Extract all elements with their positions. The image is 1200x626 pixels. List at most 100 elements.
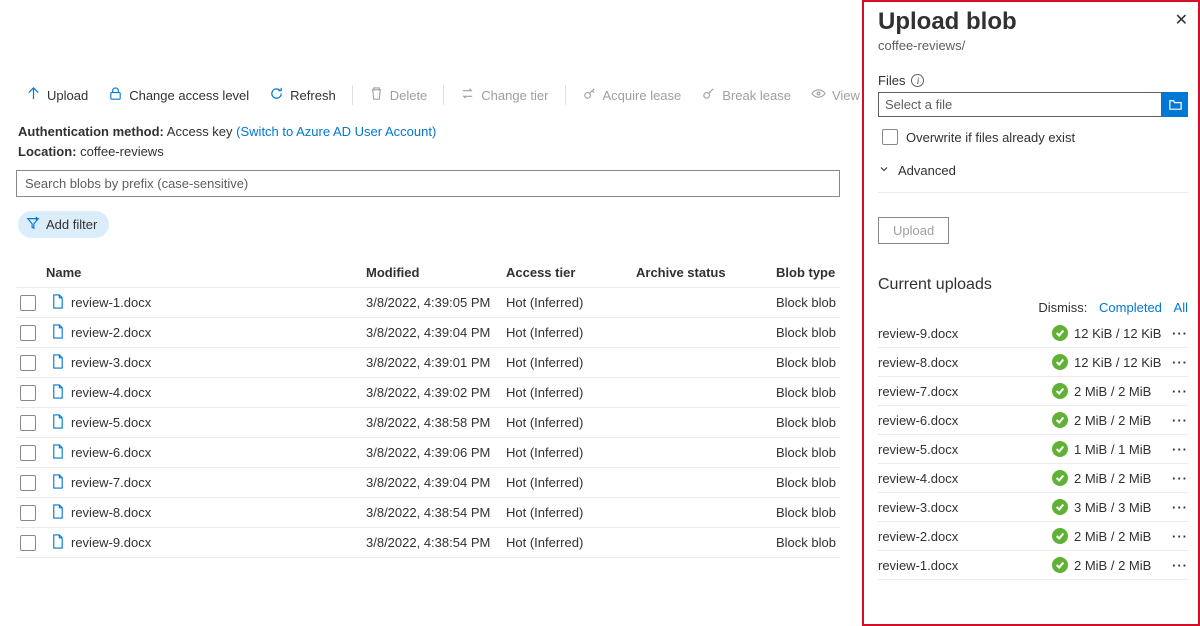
break-lease-button[interactable]: Break lease xyxy=(693,82,799,108)
table-row[interactable]: review-1.docx3/8/2022, 4:39:05 PMHot (In… xyxy=(16,288,840,318)
upload-name: review-2.docx xyxy=(878,529,1052,544)
row-checkbox[interactable] xyxy=(20,445,36,461)
lease-icon xyxy=(582,86,597,104)
more-icon[interactable]: ··· xyxy=(1164,500,1188,515)
more-icon[interactable]: ··· xyxy=(1164,413,1188,428)
close-icon[interactable]: ✕ xyxy=(1175,10,1188,30)
row-checkbox[interactable] xyxy=(20,475,36,491)
success-icon xyxy=(1052,383,1068,399)
upload-row: review-6.docx2 MiB / 2 MiB··· xyxy=(878,406,1188,435)
col-modified[interactable]: Modified xyxy=(366,265,506,280)
info-icon[interactable]: i xyxy=(911,74,924,87)
more-icon[interactable]: ··· xyxy=(1164,384,1188,399)
dismiss-label: Dismiss: xyxy=(1038,300,1087,315)
search-input[interactable]: Search blobs by prefix (case-sensitive) xyxy=(16,170,840,197)
upload-submit-button[interactable]: Upload xyxy=(878,217,949,244)
table-row[interactable]: review-8.docx3/8/2022, 4:38:54 PMHot (In… xyxy=(16,498,840,528)
cell-modified: 3/8/2022, 4:38:54 PM xyxy=(366,505,506,520)
cell-blobtype: Block blob xyxy=(776,355,866,370)
separator xyxy=(352,85,353,105)
chevron-down-icon xyxy=(878,163,890,178)
success-icon xyxy=(1052,441,1068,457)
more-icon[interactable]: ··· xyxy=(1164,326,1188,341)
table-row[interactable]: review-7.docx3/8/2022, 4:39:04 PMHot (In… xyxy=(16,468,840,498)
col-blobtype[interactable]: Blob type xyxy=(776,265,866,280)
swap-icon xyxy=(460,86,475,104)
col-archive[interactable]: Archive status xyxy=(636,265,776,280)
upload-row: review-9.docx12 KiB / 12 KiB··· xyxy=(878,319,1188,348)
dismiss-completed-link[interactable]: Completed xyxy=(1099,300,1162,315)
cell-modified: 3/8/2022, 4:38:54 PM xyxy=(366,535,506,550)
cell-modified: 3/8/2022, 4:38:58 PM xyxy=(366,415,506,430)
table-header: Name Modified Access tier Archive status… xyxy=(16,258,840,288)
table-row[interactable]: review-6.docx3/8/2022, 4:39:06 PMHot (In… xyxy=(16,438,840,468)
filter-plus-icon xyxy=(26,216,40,233)
row-checkbox[interactable] xyxy=(20,535,36,551)
col-name[interactable]: Name xyxy=(46,265,366,280)
row-checkbox[interactable] xyxy=(20,355,36,371)
upload-size: 2 MiB / 2 MiB xyxy=(1074,384,1164,399)
switch-auth-link[interactable]: (Switch to Azure AD User Account) xyxy=(236,124,436,139)
refresh-button[interactable]: Refresh xyxy=(261,82,344,108)
more-icon[interactable]: ··· xyxy=(1164,355,1188,370)
file-name: review-9.docx xyxy=(71,535,151,550)
panel-subtitle: coffee-reviews/ xyxy=(878,38,1188,53)
upload-label: Upload xyxy=(47,88,88,103)
panel-title: Upload blob xyxy=(878,8,1188,36)
add-filter-button[interactable]: Add filter xyxy=(18,211,109,238)
location-label: Location: xyxy=(18,144,77,159)
acquire-lease-button[interactable]: Acquire lease xyxy=(574,82,690,108)
change-tier-button[interactable]: Change tier xyxy=(452,82,556,108)
file-select-input[interactable]: Select a file xyxy=(878,92,1162,117)
row-checkbox[interactable] xyxy=(20,415,36,431)
overwrite-label: Overwrite if files already exist xyxy=(906,130,1075,145)
upload-name: review-4.docx xyxy=(878,471,1052,486)
more-icon[interactable]: ··· xyxy=(1164,471,1188,486)
table-row[interactable]: review-4.docx3/8/2022, 4:39:02 PMHot (In… xyxy=(16,378,840,408)
file-name: review-3.docx xyxy=(71,355,151,370)
cell-blobtype: Block blob xyxy=(776,325,866,340)
upload-row: review-1.docx2 MiB / 2 MiB··· xyxy=(878,551,1188,580)
cell-tier: Hot (Inferred) xyxy=(506,385,636,400)
delete-button[interactable]: Delete xyxy=(361,82,436,108)
overwrite-checkbox[interactable] xyxy=(882,129,898,145)
dismiss-all-link[interactable]: All xyxy=(1174,300,1188,315)
success-icon xyxy=(1052,412,1068,428)
current-uploads-heading: Current uploads xyxy=(878,276,1188,294)
more-icon[interactable]: ··· xyxy=(1164,442,1188,457)
cell-modified: 3/8/2022, 4:39:06 PM xyxy=(366,445,506,460)
table-row[interactable]: review-5.docx3/8/2022, 4:38:58 PMHot (In… xyxy=(16,408,840,438)
cell-modified: 3/8/2022, 4:39:05 PM xyxy=(366,295,506,310)
file-name: review-6.docx xyxy=(71,445,151,460)
upload-row: review-4.docx2 MiB / 2 MiB··· xyxy=(878,464,1188,493)
col-tier[interactable]: Access tier xyxy=(506,265,636,280)
success-icon xyxy=(1052,528,1068,544)
blob-table: Name Modified Access tier Archive status… xyxy=(16,258,840,558)
table-row[interactable]: review-9.docx3/8/2022, 4:38:54 PMHot (In… xyxy=(16,528,840,558)
more-icon[interactable]: ··· xyxy=(1164,529,1188,544)
row-checkbox[interactable] xyxy=(20,385,36,401)
auth-label: Authentication method: xyxy=(18,124,164,139)
browse-button[interactable] xyxy=(1162,92,1188,117)
row-checkbox[interactable] xyxy=(20,295,36,311)
upload-button[interactable]: Upload xyxy=(18,82,96,108)
advanced-toggle[interactable]: Advanced xyxy=(878,163,1188,193)
file-name: review-8.docx xyxy=(71,505,151,520)
success-icon xyxy=(1052,499,1068,515)
table-row[interactable]: review-2.docx3/8/2022, 4:39:04 PMHot (In… xyxy=(16,318,840,348)
file-icon xyxy=(50,414,65,432)
change-access-button[interactable]: Change access level xyxy=(100,82,257,108)
cell-tier: Hot (Inferred) xyxy=(506,355,636,370)
upload-name: review-9.docx xyxy=(878,326,1052,341)
row-checkbox[interactable] xyxy=(20,505,36,521)
table-row[interactable]: review-3.docx3/8/2022, 4:39:01 PMHot (In… xyxy=(16,348,840,378)
delete-label: Delete xyxy=(390,88,428,103)
row-checkbox[interactable] xyxy=(20,325,36,341)
cell-tier: Hot (Inferred) xyxy=(506,475,636,490)
more-icon[interactable]: ··· xyxy=(1164,558,1188,573)
success-icon xyxy=(1052,470,1068,486)
advanced-label: Advanced xyxy=(898,163,956,178)
upload-row: review-7.docx2 MiB / 2 MiB··· xyxy=(878,377,1188,406)
upload-name: review-5.docx xyxy=(878,442,1052,457)
file-icon xyxy=(50,474,65,492)
